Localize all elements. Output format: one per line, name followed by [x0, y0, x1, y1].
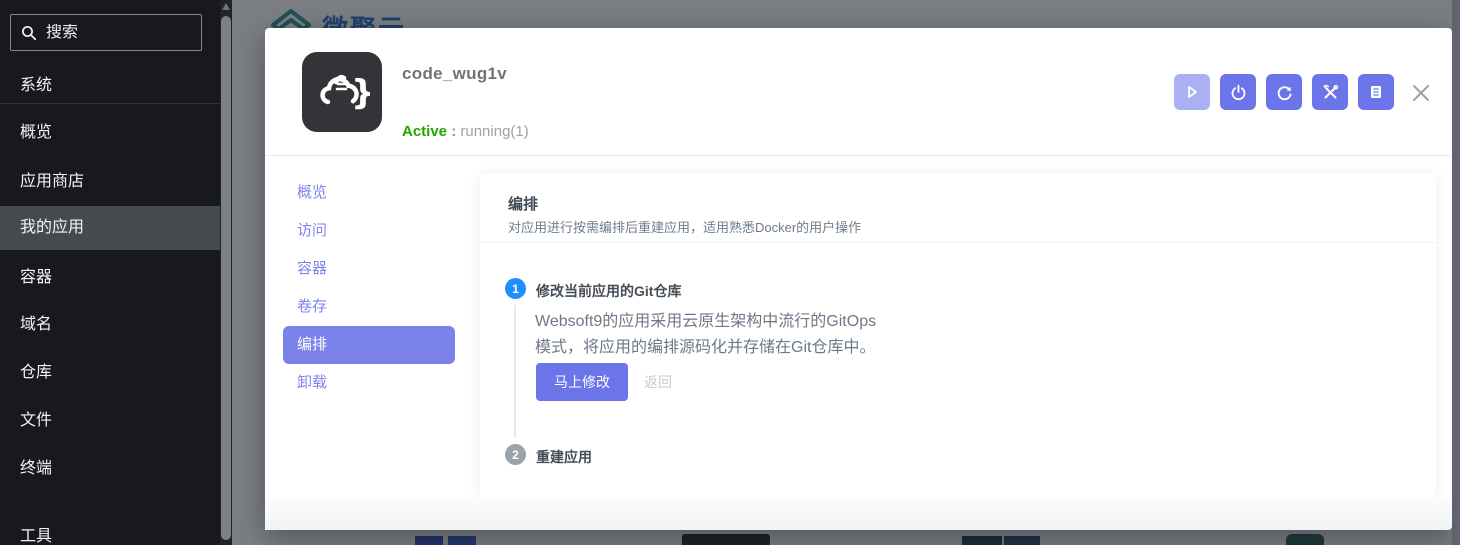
modal-nav-volume[interactable]: 卷存	[265, 288, 480, 326]
app-status: Active : running(1)	[402, 123, 529, 140]
modal-nav-compose[interactable]: 编排	[283, 326, 455, 364]
compose-panel: 编排 对应用进行按需编排后重建应用，适用熟悉Docker的用户操作 1 修改当前…	[480, 173, 1436, 498]
sidebar-item-overview[interactable]: 概览	[0, 109, 220, 157]
status-value: running(1)	[460, 123, 528, 140]
sidebar-scrollbar[interactable]	[220, 0, 232, 545]
svg-text:}: }	[351, 73, 370, 113]
step-1-description-line1: Websoft9的应用采用云原生架构中流行的GitOps	[535, 309, 876, 335]
step-2-badge: 2	[505, 444, 526, 465]
app-action-buttons	[1174, 74, 1394, 110]
scrollbar-up-arrow-icon[interactable]	[222, 3, 230, 10]
panel-title: 编排	[508, 193, 538, 214]
panel-divider	[480, 242, 1436, 243]
code-server-icon: }	[314, 64, 370, 120]
app-name: code_wug1v	[402, 64, 507, 84]
close-icon	[1410, 82, 1432, 104]
stop-button[interactable]	[1220, 74, 1256, 110]
sidebar-item-tools[interactable]: 工具	[0, 513, 220, 545]
sidebar-scrollbar-thumb[interactable]	[221, 16, 231, 540]
refresh-icon	[1276, 84, 1293, 101]
app-detail-modal: } code_wug1v Active : running(1)	[265, 28, 1452, 530]
step-1-description-line2: 模式，将应用的编排源码化并存储在Git仓库中。	[535, 335, 876, 361]
restart-button[interactable]	[1266, 74, 1302, 110]
sidebar-item-containers[interactable]: 容器	[0, 254, 220, 302]
status-label: Active	[402, 123, 447, 140]
sidebar-search[interactable]	[10, 14, 202, 51]
step-1-actions: 马上修改 返回	[536, 363, 672, 401]
modify-now-button[interactable]: 马上修改	[536, 363, 628, 401]
step-1-title: 修改当前应用的Git仓库	[536, 281, 681, 301]
modal-nav-container[interactable]: 容器	[265, 250, 480, 288]
step-timeline	[514, 305, 516, 438]
status-separator: :	[447, 123, 460, 140]
window-scrollbar[interactable]	[1452, 0, 1460, 545]
document-icon	[1368, 84, 1384, 100]
sidebar-item-myapps[interactable]: 我的应用	[0, 206, 220, 250]
sidebar-item-files[interactable]: 文件	[0, 397, 220, 445]
sidebar-divider	[0, 103, 220, 104]
wrench-screwdriver-icon	[1322, 84, 1339, 101]
sidebar-item-terminal[interactable]: 终端	[0, 445, 220, 493]
start-button[interactable]	[1174, 74, 1210, 110]
modal-nav-overview[interactable]: 概览	[265, 174, 480, 212]
sidebar-item-repos[interactable]: 仓库	[0, 349, 220, 397]
search-icon	[21, 25, 37, 41]
step-1-description: Websoft9的应用采用云原生架构中流行的GitOps 模式，将应用的编排源码…	[535, 309, 876, 361]
sidebar-item-appstore[interactable]: 应用商店	[0, 158, 220, 206]
modal-footer	[265, 498, 1452, 530]
search-input[interactable]	[46, 24, 176, 42]
logs-button[interactable]	[1358, 74, 1394, 110]
power-icon	[1230, 84, 1247, 101]
sidebar: 系统 概览 应用商店 我的应用 容器 域名 仓库 文件 终端 工具	[0, 0, 220, 545]
step-1-badge: 1	[505, 278, 526, 299]
modal-nav-access[interactable]: 访问	[265, 212, 480, 250]
panel-subtitle: 对应用进行按需编排后重建应用，适用熟悉Docker的用户操作	[508, 217, 861, 236]
modal-nav: 概览 访问 容器 卷存 编排 卸载	[265, 157, 480, 530]
back-button[interactable]: 返回	[644, 372, 672, 392]
close-modal-button[interactable]	[1408, 80, 1434, 106]
app-logo: }	[302, 52, 382, 132]
modal-header: } code_wug1v Active : running(1)	[265, 28, 1452, 156]
step-2-title: 重建应用	[536, 447, 592, 467]
screen: 微聚云 } code_wug1v	[0, 0, 1460, 545]
sidebar-item-domains[interactable]: 域名	[0, 301, 220, 349]
tools-button[interactable]	[1312, 74, 1348, 110]
play-icon	[1184, 84, 1200, 100]
modal-nav-uninstall[interactable]: 卸载	[265, 364, 480, 402]
